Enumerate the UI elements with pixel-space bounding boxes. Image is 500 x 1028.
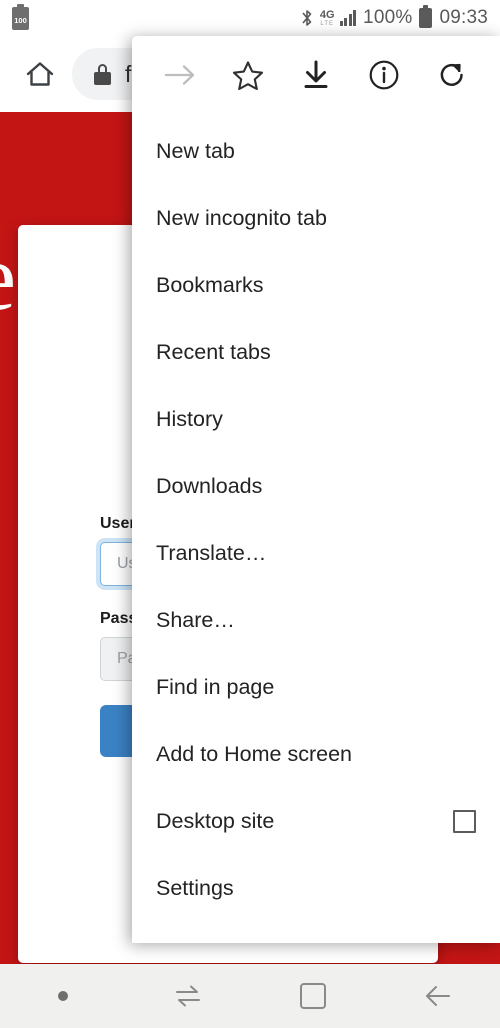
home-button[interactable] bbox=[14, 48, 66, 100]
menu-item-label: Share… bbox=[156, 608, 235, 632]
menu-item-desktop-site[interactable]: Desktop site bbox=[132, 788, 500, 855]
browser-overflow-menu: New tab New incognito tab Bookmarks Rece… bbox=[132, 36, 500, 943]
status-bar: 100 4G LTE 100% 09:33 bbox=[0, 0, 500, 36]
desktop-site-checkbox[interactable] bbox=[453, 810, 476, 833]
menu-item-recent-tabs[interactable]: Recent tabs bbox=[132, 319, 500, 386]
android-nav-bar bbox=[0, 964, 500, 1028]
star-icon bbox=[232, 60, 264, 90]
menu-item-share[interactable]: Share… bbox=[132, 587, 500, 654]
forward-arrow-icon bbox=[164, 65, 195, 85]
menu-item-bookmarks[interactable]: Bookmarks bbox=[132, 252, 500, 319]
menu-download-button[interactable] bbox=[282, 44, 350, 106]
signal-bars-icon bbox=[339, 10, 357, 26]
back-arrow-icon bbox=[425, 986, 450, 1006]
info-icon bbox=[369, 60, 399, 90]
status-bar-right: 4G LTE 100% 09:33 bbox=[301, 5, 488, 29]
phone-screen: 100 4G LTE 100% 09:33 f New tab New inco… bbox=[0, 0, 500, 1028]
home-square-icon bbox=[299, 983, 326, 1009]
battery-percent-label: 100% bbox=[363, 7, 413, 28]
recents-icon bbox=[175, 985, 200, 1007]
menu-item-label: Settings bbox=[156, 876, 234, 900]
home-icon bbox=[26, 62, 54, 86]
network-type-label: 4G bbox=[319, 8, 335, 21]
menu-item-label: History bbox=[156, 407, 223, 431]
menu-item-label: New tab bbox=[156, 139, 235, 163]
battery-100-badge-icon: 100 bbox=[12, 3, 29, 30]
menu-item-label: Find in page bbox=[156, 675, 275, 699]
menu-bookmark-button[interactable] bbox=[214, 44, 282, 106]
menu-item-translate[interactable]: Translate… bbox=[132, 520, 500, 587]
menu-item-find-in-page[interactable]: Find in page bbox=[132, 654, 500, 721]
menu-item-label: Translate… bbox=[156, 541, 267, 565]
menu-item-downloads[interactable]: Downloads bbox=[132, 453, 500, 520]
dot-icon bbox=[57, 991, 68, 1001]
menu-item-label: Bookmarks bbox=[156, 273, 264, 297]
menu-forward-button[interactable] bbox=[146, 44, 214, 106]
battery-badge-text: 100 bbox=[14, 16, 27, 25]
menu-item-list: New tab New incognito tab Bookmarks Rece… bbox=[132, 114, 500, 943]
battery-full-icon bbox=[419, 5, 433, 28]
menu-item-label: Desktop site bbox=[156, 809, 275, 833]
network-sub-label: LTE bbox=[320, 20, 334, 27]
url-text: f bbox=[125, 60, 132, 87]
nav-dot-button[interactable] bbox=[0, 964, 125, 1028]
nav-back-button[interactable] bbox=[375, 964, 500, 1028]
menu-icon-row bbox=[132, 36, 500, 114]
menu-item-label: Recent tabs bbox=[156, 340, 271, 364]
menu-item-add-to-home-screen[interactable]: Add to Home screen bbox=[132, 721, 500, 788]
menu-reload-button[interactable] bbox=[418, 44, 486, 106]
download-icon bbox=[304, 60, 328, 88]
menu-item-label: New incognito tab bbox=[156, 206, 327, 230]
menu-page-info-button[interactable] bbox=[350, 44, 418, 106]
network-type-indicator: 4G LTE bbox=[319, 8, 335, 27]
site-logo-letter: e bbox=[0, 230, 16, 325]
lock-icon bbox=[94, 63, 111, 85]
menu-item-label: Downloads bbox=[156, 474, 263, 498]
menu-item-help-and-feedback[interactable]: Help & feedback bbox=[132, 922, 500, 943]
nav-home-button[interactable] bbox=[250, 964, 375, 1028]
status-bar-left: 100 bbox=[12, 3, 29, 30]
menu-item-settings[interactable]: Settings bbox=[132, 855, 500, 922]
reload-icon bbox=[440, 63, 463, 86]
bluetooth-icon bbox=[302, 10, 312, 26]
menu-item-new-incognito-tab[interactable]: New incognito tab bbox=[132, 185, 500, 252]
menu-item-label: Add to Home screen bbox=[156, 742, 352, 766]
clock-label: 09:33 bbox=[439, 7, 488, 28]
menu-item-new-tab[interactable]: New tab bbox=[132, 118, 500, 185]
menu-item-history[interactable]: History bbox=[132, 386, 500, 453]
nav-recents-button[interactable] bbox=[125, 964, 250, 1028]
